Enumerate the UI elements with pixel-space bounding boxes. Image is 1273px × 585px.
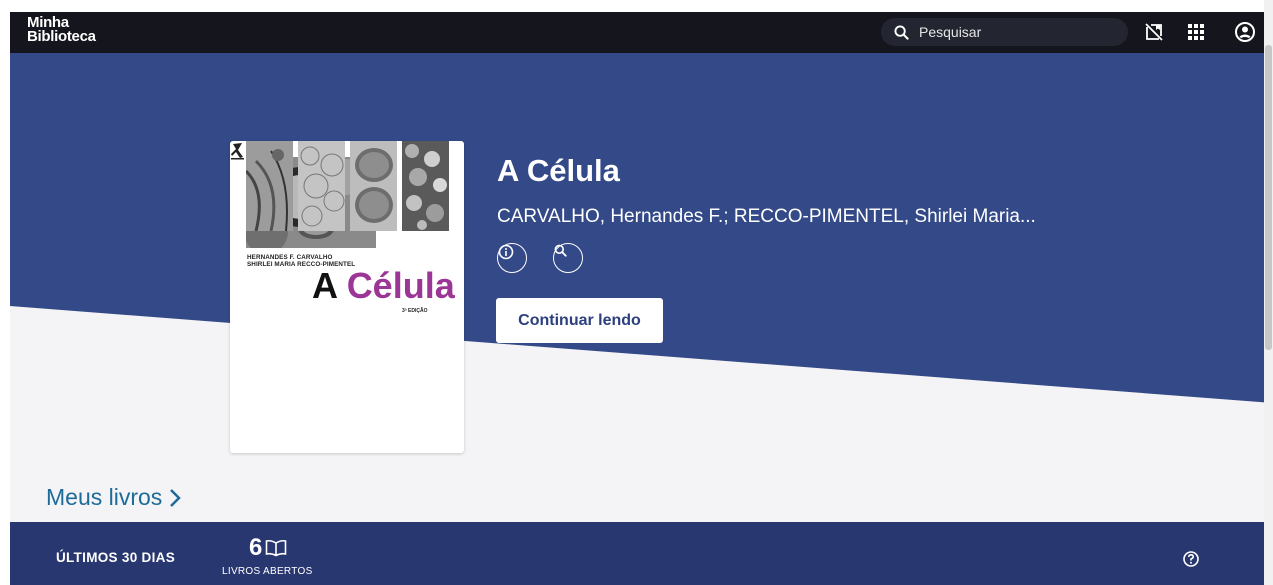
book-title[interactable]: A Célula (497, 153, 620, 189)
scrollbar-thumb[interactable] (1265, 45, 1272, 350)
search-icon (894, 24, 909, 40)
my-books-label: Meus livros (46, 484, 163, 510)
books-opened-label: LIVROS ABERTOS (222, 566, 313, 577)
reading-stats-bar: ÚLTIMOS 30 DIAS 6 LIVROS ABERTOS (10, 522, 1272, 585)
cover-title-accent: Célula (346, 265, 455, 306)
books-opened-count: 6 (249, 536, 287, 560)
search-input[interactable] (917, 23, 1121, 41)
cover-title-prefix: A (312, 265, 337, 306)
info-icon (498, 244, 514, 260)
page-scrollbar[interactable] (1264, 0, 1273, 585)
stats-period-label: ÚLTIMOS 30 DIAS (56, 550, 176, 565)
book-info-button[interactable] (497, 243, 527, 273)
books-opened-number: 6 (249, 534, 263, 561)
logo-line-2: Biblioteca (27, 28, 96, 45)
my-books-link[interactable]: Meus livros (46, 484, 182, 511)
apps-grid-icon[interactable] (1185, 21, 1207, 43)
chevron-right-icon (170, 488, 182, 507)
book-off-icon[interactable] (1143, 21, 1165, 43)
minha-biblioteca-logo[interactable]: Minha Biblioteca (27, 15, 96, 45)
book-cover[interactable]: HERNANDES F. CARVALHO SHIRLEI MARIA RECC… (230, 141, 464, 453)
cover-author-1: HERNANDES F. CARVALHO (247, 254, 333, 261)
book-authors: CARVALHO, Hernandes F.; RECCO-PIMENTEL, … (497, 206, 1036, 227)
open-book-icon (266, 539, 287, 557)
cover-micrograph-1 (246, 141, 293, 231)
cover-edition: 3ª EDIÇÃO (402, 308, 428, 314)
continue-reading-button[interactable]: Continuar lendo (496, 298, 663, 343)
hero-background (10, 53, 1272, 403)
publisher-logo (231, 143, 244, 160)
cover-micrograph-4 (402, 141, 449, 231)
featured-book-hero: HERNANDES F. CARVALHO SHIRLEI MARIA RECC… (10, 53, 1272, 453)
search-in-book-button[interactable] (553, 243, 583, 273)
account-circle-icon[interactable] (1234, 21, 1256, 43)
cover-micrograph-2 (298, 141, 345, 231)
app-frame: Minha Biblioteca Pesquisar HERNANDES F. … (10, 12, 1272, 585)
top-navigation-bar: Minha Biblioteca (10, 12, 1272, 53)
help-icon[interactable] (1182, 550, 1200, 568)
cover-micrograph-3 (350, 141, 397, 231)
search-box[interactable] (881, 18, 1128, 46)
search-icon (554, 244, 567, 257)
cover-title: A Célula (312, 267, 455, 305)
